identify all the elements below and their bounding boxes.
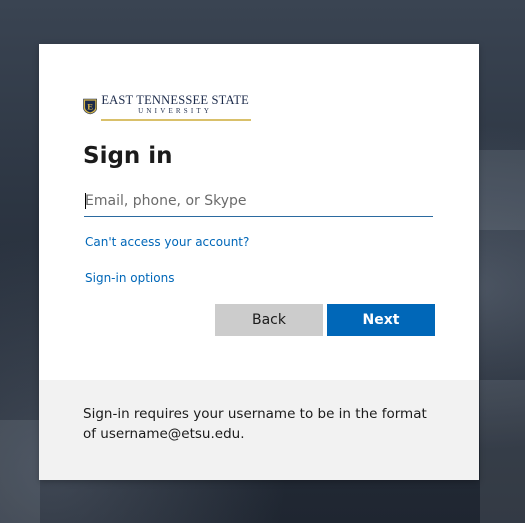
text-caret — [85, 193, 86, 209]
footer-notice-text: Sign-in requires your username to be in … — [83, 406, 427, 442]
cant-access-account-link[interactable]: Can't access your account? — [85, 235, 249, 249]
signin-card: E EAST TENNESSEE STATE UNIVERSITY Sign i… — [39, 44, 479, 480]
logo-wordmark: EAST TENNESSEE STATE UNIVERSITY — [101, 91, 251, 121]
email-input[interactable] — [84, 186, 433, 216]
shield-letter: E — [87, 101, 93, 111]
email-field-container — [84, 186, 433, 217]
next-button[interactable]: Next — [327, 304, 435, 336]
background-building — [480, 380, 525, 523]
university-logo: E EAST TENNESSEE STATE UNIVERSITY — [83, 90, 251, 122]
signin-options-link[interactable]: Sign-in options — [85, 271, 174, 285]
logo-line-2: UNIVERSITY — [138, 107, 213, 115]
shield-icon: E — [83, 98, 98, 114]
footer-notice-panel: Sign-in requires your username to be in … — [39, 380, 479, 480]
page-title: Sign in — [83, 143, 173, 169]
back-button[interactable]: Back — [215, 304, 323, 336]
background-building — [0, 420, 40, 523]
logo-line-1: EAST TENNESSEE STATE — [101, 93, 249, 107]
